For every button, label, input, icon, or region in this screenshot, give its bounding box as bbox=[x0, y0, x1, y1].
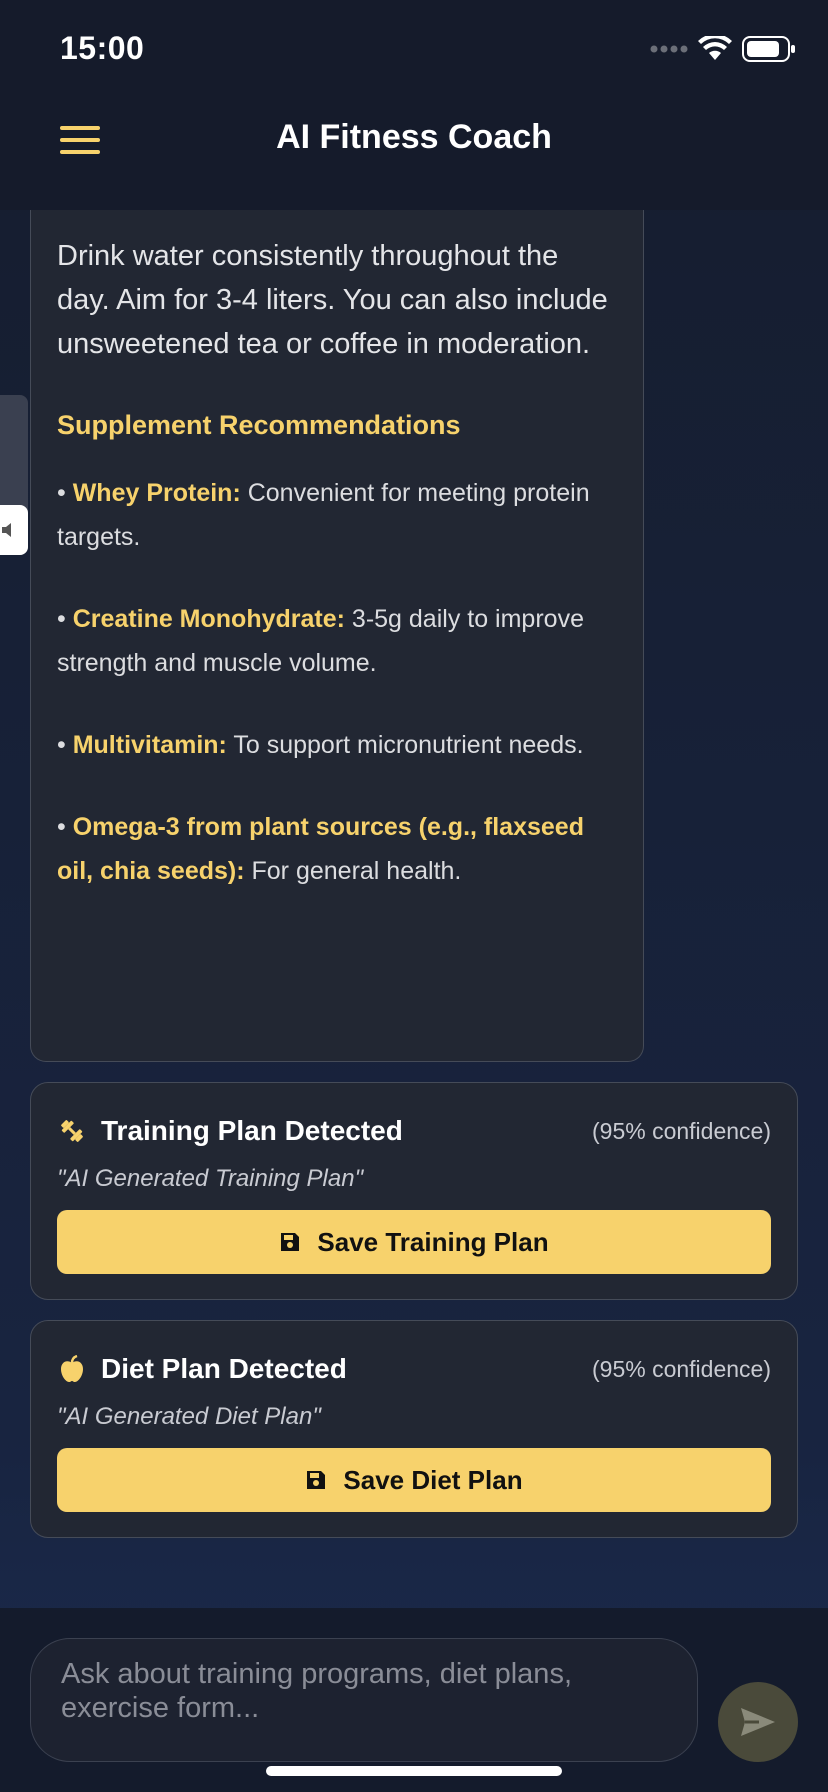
app-header: AI Fitness Coach bbox=[0, 100, 828, 210]
diet-plan-title: Diet Plan Detected bbox=[101, 1353, 347, 1384]
assistant-message: Drink water consistently throughout the … bbox=[30, 210, 644, 1062]
diet-plan-card: Diet Plan Detected (95% confidence) "AI … bbox=[30, 1320, 798, 1538]
message-paragraph: Drink water consistently throughout the … bbox=[57, 240, 608, 360]
message-heading: Supplement Recommendations bbox=[57, 410, 461, 440]
wifi-icon bbox=[698, 36, 732, 60]
list-item: • Whey Protein: Convenient for meeting p… bbox=[57, 479, 590, 551]
list-item: • Omega-3 from plant sources (e.g., flax… bbox=[57, 813, 584, 885]
chat-input[interactable]: Ask about training programs, diet plans,… bbox=[30, 1638, 698, 1762]
diet-plan-name: "AI Generated Diet Plan" bbox=[57, 1403, 321, 1430]
floppy-disk-icon bbox=[307, 1471, 326, 1489]
save-training-plan-button[interactable]: Save Training Plan bbox=[57, 1210, 771, 1274]
battery-icon bbox=[742, 36, 795, 62]
page-title: AI Fitness Coach bbox=[276, 118, 552, 156]
speaker-icon bbox=[2, 523, 11, 537]
side-panel-handle-tip[interactable] bbox=[0, 505, 28, 555]
supplement-list: • Whey Protein: Convenient for meeting p… bbox=[57, 471, 617, 893]
dumbbell-icon bbox=[57, 1116, 87, 1146]
status-bar: 15:00 bbox=[0, 0, 828, 100]
list-item: • Multivitamin: To support micronutrient… bbox=[57, 731, 584, 759]
training-plan-name: "AI Generated Training Plan" bbox=[57, 1165, 364, 1192]
confidence-label: (95% confidence) bbox=[592, 1355, 771, 1382]
home-indicator bbox=[266, 1766, 562, 1776]
apple-icon bbox=[57, 1354, 87, 1384]
training-plan-title-row: Training Plan Detected (95% confidence) bbox=[57, 1111, 771, 1151]
floppy-disk-icon bbox=[281, 1233, 300, 1251]
training-plan-card: Training Plan Detected (95% confidence) … bbox=[30, 1082, 798, 1300]
training-plan-title: Training Plan Detected bbox=[101, 1115, 403, 1146]
signal-icon bbox=[650, 45, 688, 53]
confidence-label: (95% confidence) bbox=[592, 1117, 771, 1144]
send-button[interactable] bbox=[718, 1682, 798, 1762]
status-icons bbox=[650, 36, 796, 62]
send-icon bbox=[741, 1708, 775, 1736]
save-training-plan-label: Save Training Plan bbox=[317, 1226, 549, 1257]
diet-plan-title-row: Diet Plan Detected (95% confidence) bbox=[57, 1349, 771, 1389]
status-time: 15:00 bbox=[60, 30, 145, 66]
chat-input-bar: Ask about training programs, diet plans,… bbox=[0, 1608, 828, 1792]
save-diet-plan-label: Save Diet Plan bbox=[343, 1464, 523, 1495]
save-diet-plan-button[interactable]: Save Diet Plan bbox=[57, 1448, 771, 1512]
list-item: • Creatine Monohydrate: 3-5g daily to im… bbox=[57, 605, 584, 677]
